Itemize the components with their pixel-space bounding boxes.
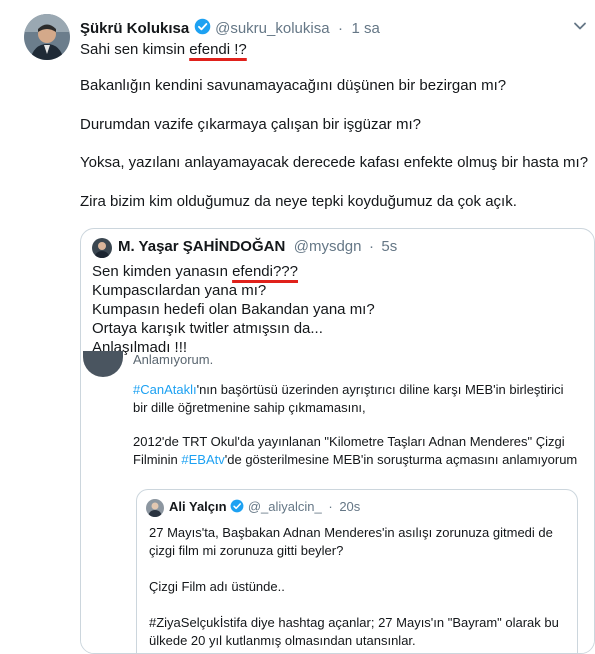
quoted-handle: @mysdgn xyxy=(293,238,362,255)
quoted-avatar xyxy=(92,238,112,258)
inner-line: 27 Mayıs'ta, Başbakan Adnan Menderes'in … xyxy=(149,525,553,540)
inner-author-name: Ali Yalçın xyxy=(169,499,227,514)
embedded-text: 'de gösterilmesine MEB'in soruşturma açm… xyxy=(224,452,578,467)
quoted-line: Ortaya karışık twitler atmışsın da... xyxy=(92,320,323,337)
chevron-down-icon[interactable] xyxy=(572,18,588,34)
embedded-paragraph-1: #CanAtaklı'nın başörtüsü üzerinden ayrış… xyxy=(133,381,588,417)
inner-line xyxy=(149,560,569,578)
tweet-paragraph: Durumdan vazife çıkarmaya çalışan bir iş… xyxy=(80,116,421,133)
highlighted-word: efendi !? xyxy=(189,41,247,58)
inner-line xyxy=(149,596,569,614)
embedded-text: 'nın başörtüsü üzerinden ayrıştırıcı dil… xyxy=(196,382,564,397)
avatar-image xyxy=(24,14,70,60)
quoted-tweet-card[interactable]: M. Yaşar ŞAHİNDOĞAN @mysdgn · 5s Sen kim… xyxy=(80,228,595,654)
quoted-highlighted-word: efendi??? xyxy=(232,263,298,280)
quoted-line-1: Sen kimden yanasın efendi??? xyxy=(92,262,375,281)
author-name[interactable]: Şükrü Kolukısa xyxy=(80,20,189,37)
author-handle[interactable]: @sukru_kolukisa xyxy=(215,20,329,37)
author-avatar[interactable] xyxy=(24,14,70,60)
inner-line: çizgi film mi zorunuza gitti beyler? xyxy=(149,543,344,558)
tweet-paragraph: Bakanlığın kendini savunamayacağını düşü… xyxy=(80,77,507,94)
quoted-line: Kumpascılardan yana mı? xyxy=(92,282,267,299)
inner-line: #ZiyaSelçukİstifa diye hashtag açanlar; … xyxy=(149,615,559,630)
inner-avatar xyxy=(146,499,164,517)
inner-quoted-tweet-card: Ali Yalçın @_aliyalcin_ · 20s 27 Mayıs't… xyxy=(136,489,578,653)
quoted-author-name: M. Yaşar ŞAHİNDOĞAN xyxy=(118,238,286,255)
tweet-line-1-text: Sahi sen kimsin xyxy=(80,41,190,58)
inner-line: ülkede 20 yıl kutlanmış olmasından utans… xyxy=(149,633,416,648)
quoted-avatar-image xyxy=(92,238,112,258)
inner-line: Çizgi Film adı üstünde.. xyxy=(149,579,285,594)
quoted-header: M. Yaşar ŞAHİNDOĞAN @mysdgn · 5s xyxy=(118,238,397,256)
inner-handle: @_aliyalcin_ xyxy=(247,499,322,514)
main-tweet-header: Şükrü Kolukısa @sukru_kolukisa · 1 sa xyxy=(80,18,380,40)
verified-badge-icon xyxy=(230,499,244,516)
embedded-text: 2012'de TRT Okul'da yayınlanan "Kilometr… xyxy=(133,434,565,449)
tweet-time[interactable]: 1 sa xyxy=(351,20,379,37)
cut-off-text: Anlamıyorum. xyxy=(133,352,214,367)
tweet-line-1: Sahi sen kimsin efendi !? xyxy=(80,40,247,60)
inner-time: 20s xyxy=(339,499,361,514)
tweet-paragraph: Zira bizim kim olduğumuz da neye tepki k… xyxy=(80,193,517,210)
embedded-text: bir dille öğretmenine sahip çıkmamasını, xyxy=(133,400,366,415)
quoted-line: Kumpasın hedefi olan Bakandan yana mı? xyxy=(92,301,375,318)
cut-avatar xyxy=(83,351,123,377)
quoted-body: Sen kimden yanasın efendi??? Kumpascılar… xyxy=(92,262,375,357)
inner-body: 27 Mayıs'ta, Başbakan Adnan Menderes'in … xyxy=(149,524,569,650)
hashtag-link[interactable]: #EBAtv xyxy=(181,452,224,467)
separator-dot: · xyxy=(368,238,374,255)
tweet-paragraph: Yoksa, yazılanı anlayamayacak derecede k… xyxy=(80,154,589,171)
separator-dot: · xyxy=(338,20,344,37)
embedded-text: Filminin xyxy=(133,452,182,467)
hashtag-link[interactable]: #CanAtaklı xyxy=(133,382,197,397)
embedded-paragraph-2: 2012'de TRT Okul'da yayınlanan "Kilometr… xyxy=(133,433,588,469)
separator-dot: · xyxy=(328,499,333,514)
quoted-time: 5s xyxy=(381,238,398,255)
inner-header: Ali Yalçın @_aliyalcin_ · 20s xyxy=(169,499,360,516)
quoted-line-1-text: Sen kimden yanasın xyxy=(92,263,233,280)
verified-badge-icon xyxy=(194,18,211,40)
